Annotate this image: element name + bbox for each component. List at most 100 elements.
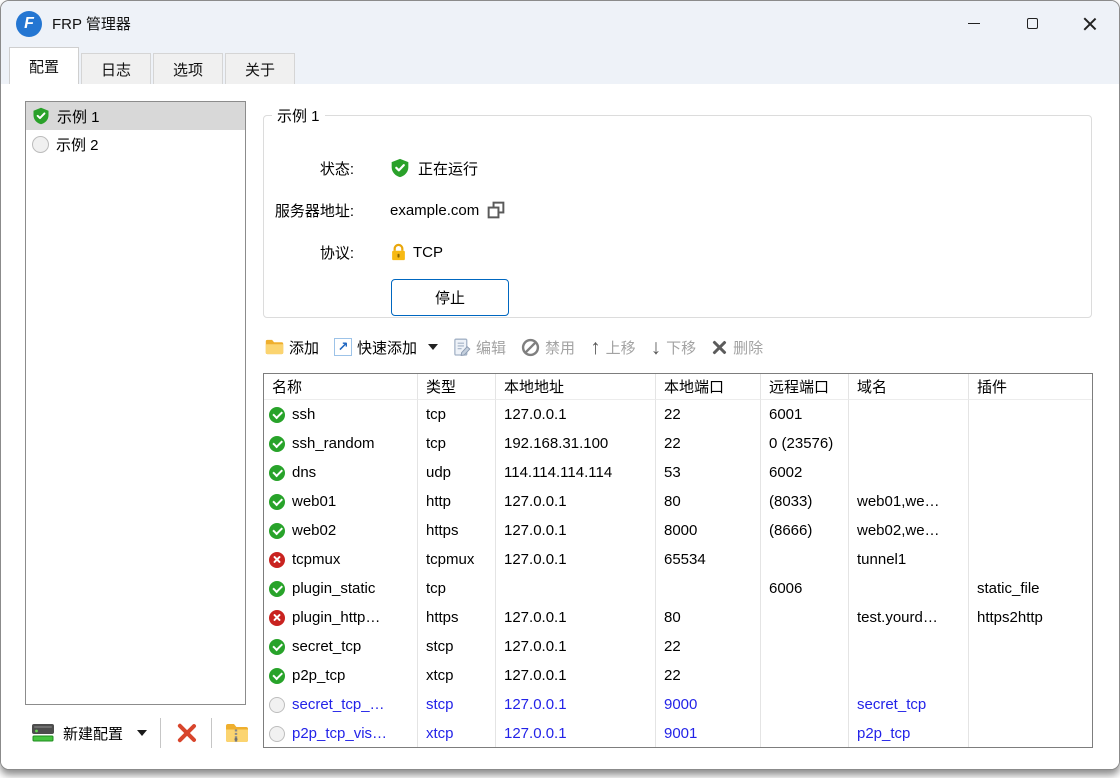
proxy-local-addr-cell[interactable]: 127.0.0.1 [496,632,656,661]
proxy-type-cell[interactable]: tcpmux [418,545,496,574]
copy-icon[interactable] [487,201,505,219]
proxy-local-port-cell[interactable]: 9001 [656,719,761,748]
proxy-domain-cell[interactable] [849,661,969,690]
proxy-local-port-cell[interactable]: 22 [656,400,761,429]
proxy-row-name-cell[interactable]: web02 [264,516,418,545]
proxy-remote-port-cell[interactable] [761,632,849,661]
proxy-plugin-cell[interactable] [969,632,1092,661]
proxy-plugin-cell[interactable] [969,545,1092,574]
proxy-local-port-cell[interactable]: 8000 [656,516,761,545]
column-header-name[interactable]: 名称 [264,374,418,400]
proxy-local-addr-cell[interactable]: 192.168.31.100 [496,429,656,458]
proxy-type-cell[interactable]: tcp [418,429,496,458]
proxy-domain-cell[interactable]: web01,we… [849,487,969,516]
proxy-plugin-cell[interactable]: https2http [969,603,1092,632]
proxy-type-cell[interactable]: xtcp [418,719,496,748]
move-up-button[interactable]: ↑ 上移 [590,337,636,358]
edit-button[interactable]: 编辑 [453,337,506,358]
proxy-type-cell[interactable]: udp [418,458,496,487]
column-header-domain[interactable]: 域名 [849,374,969,400]
proxy-local-port-cell[interactable]: 9000 [656,690,761,719]
proxy-remote-port-cell[interactable]: 0 (23576) [761,429,849,458]
proxy-row-name-cell[interactable]: tcpmux [264,545,418,574]
proxy-domain-cell[interactable] [849,632,969,661]
proxy-row-name-cell[interactable]: plugin_static [264,574,418,603]
proxy-row-name-cell[interactable]: web01 [264,487,418,516]
column-header-local-port[interactable]: 本地端口 [656,374,761,400]
proxy-domain-cell[interactable]: tunnel1 [849,545,969,574]
proxy-row-name-cell[interactable]: dns [264,458,418,487]
maximize-button[interactable] [1003,1,1061,46]
proxy-remote-port-cell[interactable]: 6006 [761,574,849,603]
proxy-plugin-cell[interactable]: static_file [969,574,1092,603]
proxy-plugin-cell[interactable] [969,400,1092,429]
proxy-remote-port-cell[interactable] [761,719,849,748]
tab-about[interactable]: 关于 [225,53,295,84]
proxy-local-addr-cell[interactable]: 127.0.0.1 [496,400,656,429]
proxy-remote-port-cell[interactable]: (8033) [761,487,849,516]
proxy-local-port-cell[interactable]: 80 [656,603,761,632]
proxy-row-name-cell[interactable]: plugin_http… [264,603,418,632]
delete-button[interactable]: 删除 [711,337,763,358]
proxy-domain-cell[interactable]: web02,we… [849,516,969,545]
proxy-remote-port-cell[interactable] [761,603,849,632]
quick-add-button[interactable]: ↗ 快速添加 [334,337,438,358]
proxy-local-addr-cell[interactable]: 127.0.0.1 [496,661,656,690]
proxy-row-name-cell[interactable]: secret_tcp [264,632,418,661]
add-button[interactable]: 添加 [265,337,319,358]
tab-log[interactable]: 日志 [81,53,151,84]
delete-config-button[interactable] [168,717,204,749]
proxy-domain-cell[interactable] [849,458,969,487]
proxy-type-cell[interactable]: stcp [418,690,496,719]
minimize-button[interactable] [945,1,1003,46]
proxy-plugin-cell[interactable] [969,458,1092,487]
proxy-local-port-cell[interactable]: 65534 [656,545,761,574]
proxy-plugin-cell[interactable] [969,661,1092,690]
proxy-remote-port-cell[interactable]: 6002 [761,458,849,487]
config-item-example2[interactable]: 示例 2 [26,130,245,158]
close-button[interactable] [1061,1,1119,46]
proxy-local-port-cell[interactable] [656,574,761,603]
proxy-row-name-cell[interactable]: ssh [264,400,418,429]
new-config-button[interactable]: 新建配置 [25,719,153,748]
proxy-type-cell[interactable]: https [418,603,496,632]
proxy-domain-cell[interactable]: test.yourd… [849,603,969,632]
column-header-type[interactable]: 类型 [418,374,496,400]
proxy-local-port-cell[interactable]: 22 [656,661,761,690]
proxy-local-addr-cell[interactable]: 127.0.0.1 [496,719,656,748]
proxy-plugin-cell[interactable] [969,487,1092,516]
proxy-domain-cell[interactable] [849,574,969,603]
config-item-example1[interactable]: 示例 1 [26,102,245,130]
tab-options[interactable]: 选项 [153,53,223,84]
proxy-domain-cell[interactable] [849,400,969,429]
proxy-row-name-cell[interactable]: p2p_tcp [264,661,418,690]
proxy-type-cell[interactable]: xtcp [418,661,496,690]
proxy-local-addr-cell[interactable]: 114.114.114.114 [496,458,656,487]
proxy-row-name-cell[interactable]: secret_tcp_… [264,690,418,719]
proxy-row-name-cell[interactable]: ssh_random [264,429,418,458]
proxy-local-port-cell[interactable]: 22 [656,429,761,458]
proxy-remote-port-cell[interactable] [761,661,849,690]
column-header-remote-port[interactable]: 远程端口 [761,374,849,400]
proxy-plugin-cell[interactable] [969,429,1092,458]
disable-button[interactable]: 禁用 [521,337,575,358]
proxy-type-cell[interactable]: stcp [418,632,496,661]
proxy-local-port-cell[interactable]: 80 [656,487,761,516]
proxy-remote-port-cell[interactable]: (8666) [761,516,849,545]
proxy-type-cell[interactable]: http [418,487,496,516]
proxy-type-cell[interactable]: tcp [418,574,496,603]
stop-button[interactable]: 停止 [391,279,509,316]
proxy-type-cell[interactable]: https [418,516,496,545]
proxy-local-addr-cell[interactable]: 127.0.0.1 [496,487,656,516]
tab-config[interactable]: 配置 [9,47,79,84]
proxy-row-name-cell[interactable]: p2p_tcp_vis… [264,719,418,748]
archive-config-button[interactable] [219,719,255,747]
proxy-local-addr-cell[interactable]: 127.0.0.1 [496,690,656,719]
move-down-button[interactable]: ↓ 下移 [651,337,697,358]
proxy-domain-cell[interactable]: secret_tcp [849,690,969,719]
proxy-local-addr-cell[interactable]: 127.0.0.1 [496,545,656,574]
proxy-type-cell[interactable]: tcp [418,400,496,429]
proxy-plugin-cell[interactable] [969,719,1092,748]
proxy-remote-port-cell[interactable]: 6001 [761,400,849,429]
proxy-local-port-cell[interactable]: 22 [656,632,761,661]
